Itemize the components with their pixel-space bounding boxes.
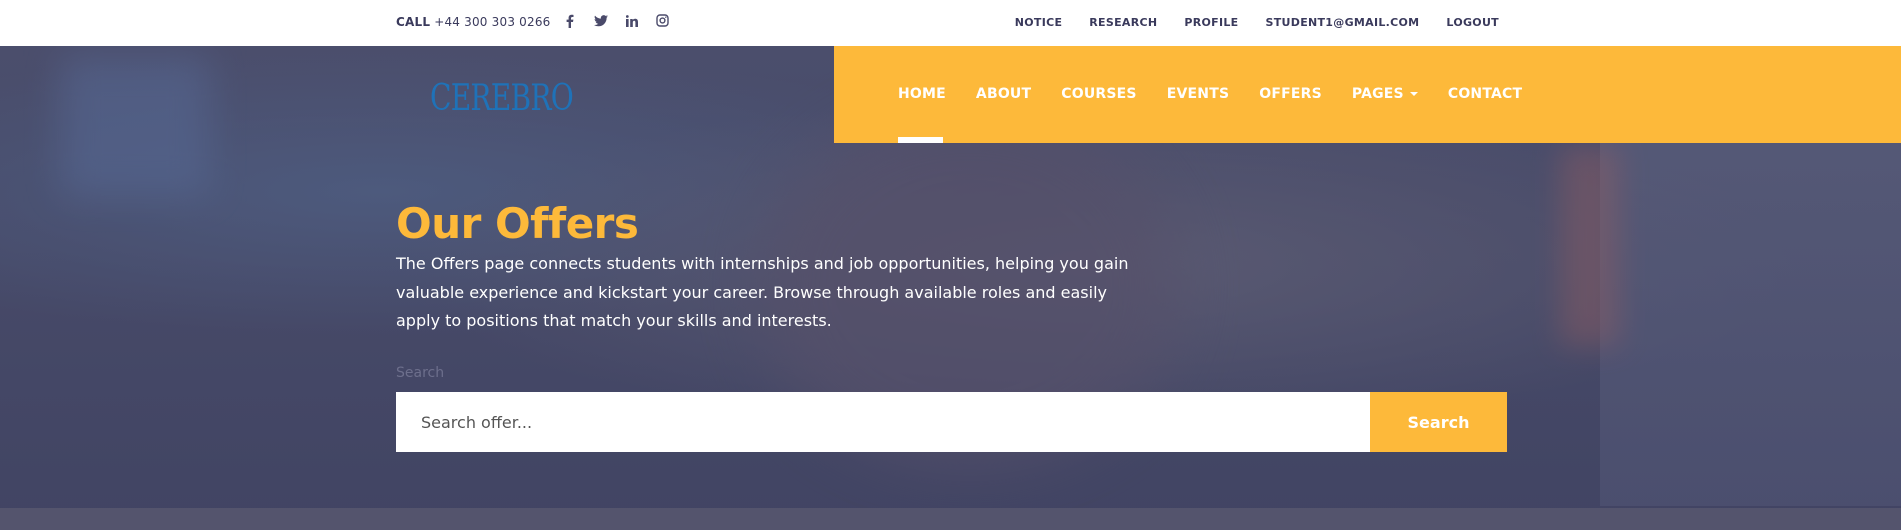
top-bar: CALL +44 300 303 0266 NOTICE RESEARCH PR… [0, 0, 1901, 46]
facebook-icon[interactable] [562, 13, 577, 28]
chevron-down-icon [1409, 92, 1418, 96]
twitter-icon[interactable] [593, 13, 608, 28]
hero-section: CEREBRO HOME ABOUT COURSES EVENTS OFFERS… [0, 46, 1901, 530]
main-nav: HOME ABOUT COURSES EVENTS OFFERS PAGES C… [834, 46, 1901, 143]
top-link-user-email[interactable]: STUDENT1@GMAIL.COM [1266, 16, 1420, 29]
nav-item-pages-label: PAGES [1351, 86, 1404, 102]
page-title: Our Offers [396, 199, 639, 248]
call-label: CALL [396, 15, 431, 29]
search-label: Search [396, 365, 445, 381]
top-link-notice[interactable]: NOTICE [1015, 16, 1063, 29]
nav-item-courses[interactable]: COURSES [1061, 86, 1136, 102]
active-nav-indicator [898, 137, 943, 143]
instagram-icon[interactable] [655, 13, 670, 28]
search-input[interactable] [396, 392, 1370, 452]
nav-item-offers[interactable]: OFFERS [1259, 86, 1322, 102]
top-link-logout[interactable]: LOGOUT [1446, 16, 1499, 29]
contact-phone: CALL +44 300 303 0266 [396, 15, 551, 29]
background-photo-detail [60, 56, 210, 196]
linkedin-icon[interactable] [624, 13, 639, 28]
top-link-research[interactable]: RESEARCH [1089, 16, 1157, 29]
nav-item-home[interactable]: HOME [898, 86, 946, 102]
social-links [562, 13, 670, 28]
phone-number[interactable]: +44 300 303 0266 [434, 15, 550, 29]
nav-item-pages[interactable]: PAGES [1352, 86, 1418, 102]
background-photo-detail [1560, 146, 1620, 346]
page-description: The Offers page connects students with i… [396, 254, 1129, 330]
top-links: NOTICE RESEARCH PROFILE STUDENT1@GMAIL.C… [1015, 16, 1499, 29]
top-link-profile[interactable]: PROFILE [1184, 16, 1238, 29]
nav-item-contact[interactable]: CONTACT [1448, 86, 1522, 102]
search-button[interactable]: Search [1370, 392, 1507, 452]
site-logo[interactable]: CEREBRO [430, 78, 574, 119]
nav-item-about[interactable]: ABOUT [976, 86, 1031, 102]
nav-item-events[interactable]: EVENTS [1167, 86, 1230, 102]
